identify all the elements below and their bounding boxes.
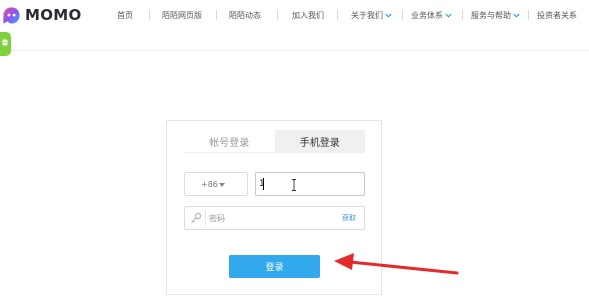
nav-item-home[interactable]: 首页 [117,10,133,21]
tab-account-login[interactable]: 帐号登录 [184,130,275,152]
nav-label: 业务体系 [411,10,443,20]
nav-item-join[interactable]: 加入我们 [292,10,324,21]
annotation-arrow-icon [334,253,459,275]
chevron-down-icon [385,13,392,18]
phone-number-input[interactable]: 1 [255,172,365,196]
caret-down-icon [219,183,225,187]
nav-divider [216,10,217,20]
side-float-tab[interactable] [0,32,11,56]
brand-name: MOMO [25,6,82,24]
nav-item-business[interactable]: 业务体系 [411,10,452,21]
text-caret [263,178,264,190]
password-field: 获取 [184,206,365,230]
header-divider [0,50,589,51]
key-icon [191,212,202,223]
ibeam-cursor-icon [292,179,296,191]
nav-item-news[interactable]: 陌陌动态 [229,10,261,21]
nav-item-help[interactable]: 服务与帮助 [471,10,520,21]
tab-phone-login[interactable]: 手机登录 [274,130,365,152]
nav-divider [402,10,403,20]
nav-item-about[interactable]: 关于我们 [351,10,392,21]
brand-logo[interactable]: MOMO [2,4,82,26]
chevron-down-icon [445,13,452,18]
nav-divider [462,10,463,20]
momo-logo-icon [3,6,20,24]
nav-label: 关于我们 [351,10,383,20]
nav-label: 陌陌动态 [229,10,261,20]
chevron-down-icon [513,13,520,18]
nav-divider [277,10,278,20]
nav-item-web[interactable]: 陌陌网页版 [162,10,202,21]
site-header: MOMO 首页 陌陌网页版 陌陌动态 加入我们 关于我们 业务体系 服务与帮助 … [0,0,589,30]
nav-label: 首页 [117,10,133,20]
password-input[interactable] [209,212,319,224]
login-button[interactable]: 登录 [229,255,320,278]
country-code-select[interactable]: +86 [184,172,248,196]
nav-item-investors[interactable]: 投资者关系 [537,10,577,21]
nav-label: 加入我们 [292,10,324,20]
main-nav: 首页 陌陌网页版 陌陌动态 加入我们 关于我们 业务体系 服务与帮助 投资者关系 [100,0,577,30]
country-code-value: +86 [201,179,218,189]
nav-divider [337,10,338,20]
login-tabs: 帐号登录 手机登录 [184,130,365,153]
nav-label: 服务与帮助 [471,10,511,20]
get-code-link[interactable]: 获取 [342,213,356,223]
nav-divider [149,10,150,20]
nav-label: 陌陌网页版 [162,10,202,20]
chat-icon [2,39,8,46]
nav-divider [528,10,529,20]
field-divider [205,210,206,226]
nav-label: 投资者关系 [537,10,577,20]
